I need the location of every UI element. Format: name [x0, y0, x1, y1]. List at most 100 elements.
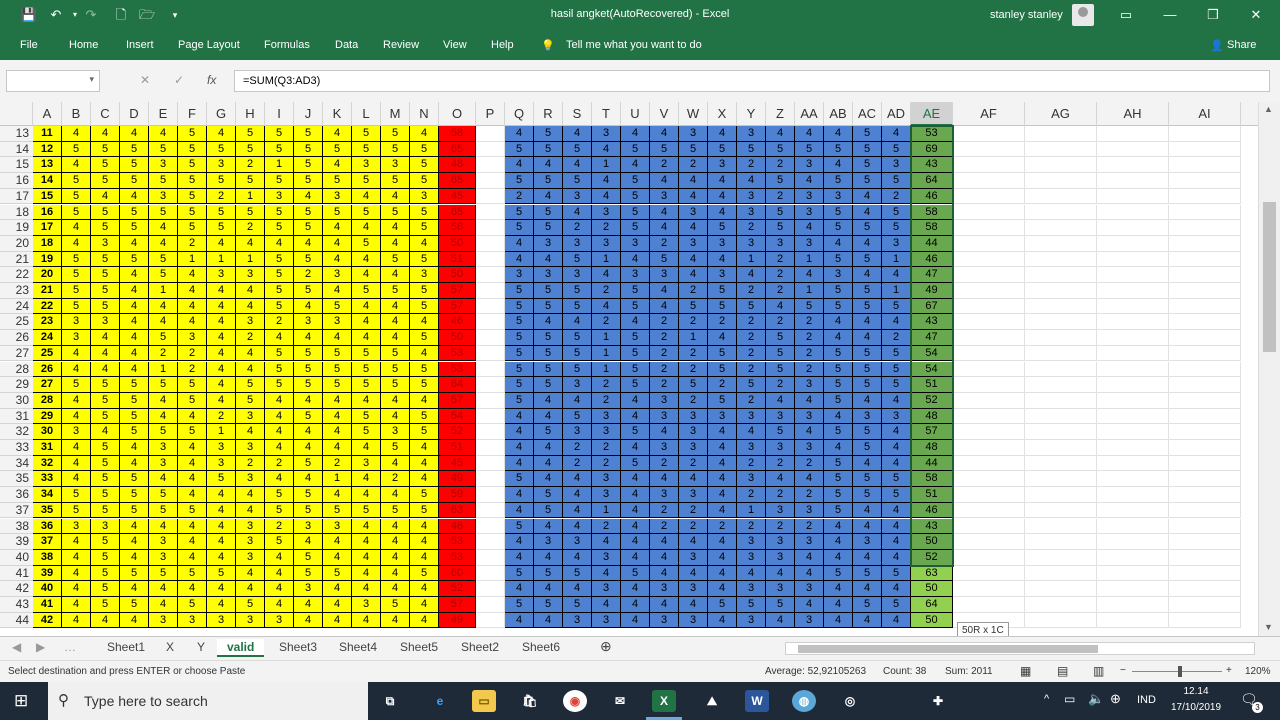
empty-cell[interactable]: [1169, 518, 1241, 535]
score-cell[interactable]: 4: [294, 330, 323, 346]
score-cell[interactable]: 4: [795, 126, 824, 142]
score-cell[interactable]: 5: [381, 597, 410, 613]
scroll-up-icon[interactable]: ▲: [1264, 104, 1273, 114]
score-cell[interactable]: 2: [650, 157, 679, 174]
column-header-c[interactable]: C: [91, 102, 120, 126]
score-cell[interactable]: 4: [410, 392, 439, 409]
score-cell[interactable]: 4: [853, 392, 882, 409]
empty-cell[interactable]: [1097, 173, 1169, 189]
score-cell[interactable]: 5: [120, 377, 149, 393]
score-cell[interactable]: 4: [265, 581, 294, 597]
score-cell[interactable]: 5: [410, 298, 439, 315]
score-cell[interactable]: 4: [410, 612, 439, 629]
score-cell[interactable]: 2: [737, 314, 766, 331]
score-cell[interactable]: 5: [236, 173, 265, 189]
score-cell[interactable]: 3: [795, 204, 824, 221]
scroll-down-icon[interactable]: ▼: [1264, 622, 1273, 632]
empty-cell[interactable]: [1169, 204, 1241, 221]
score-cell[interactable]: 4: [563, 157, 592, 174]
score-cell[interactable]: 3: [679, 126, 708, 142]
total-y-cell[interactable]: 47: [911, 330, 953, 346]
score-cell[interactable]: 2: [795, 455, 824, 472]
score-cell[interactable]: 4: [410, 581, 439, 597]
total-y-cell[interactable]: 44: [911, 455, 953, 472]
score-cell[interactable]: 4: [882, 549, 911, 566]
edge-icon[interactable]: e: [428, 690, 452, 712]
score-cell[interactable]: 5: [294, 204, 323, 221]
empty-cell[interactable]: [476, 267, 505, 283]
score-cell[interactable]: 5: [352, 424, 381, 440]
total-y-cell[interactable]: 58: [911, 220, 953, 236]
score-cell[interactable]: 4: [592, 188, 621, 205]
respondent-id-cell[interactable]: 15: [33, 188, 62, 205]
score-cell[interactable]: 4: [62, 440, 91, 456]
column-header-x[interactable]: X: [708, 102, 737, 126]
score-cell[interactable]: 4: [294, 298, 323, 315]
empty-cell[interactable]: [1097, 502, 1169, 519]
respondent-id-cell[interactable]: 40: [33, 581, 62, 597]
empty-cell[interactable]: [1169, 141, 1241, 158]
score-cell[interactable]: 4: [381, 220, 410, 236]
score-cell[interactable]: 5: [91, 220, 120, 236]
score-cell[interactable]: 5: [178, 424, 207, 440]
score-cell[interactable]: 3: [91, 235, 120, 252]
column-header-ae[interactable]: AE: [911, 102, 953, 126]
empty-cell[interactable]: [476, 283, 505, 299]
score-cell[interactable]: 4: [592, 298, 621, 315]
score-cell[interactable]: 4: [236, 283, 265, 299]
row-header[interactable]: 36: [0, 487, 33, 503]
tab-file[interactable]: File: [20, 39, 38, 51]
score-cell[interactable]: 5: [505, 330, 534, 346]
empty-cell[interactable]: [953, 141, 1025, 158]
score-cell[interactable]: 4: [236, 298, 265, 315]
score-cell[interactable]: 3: [853, 534, 882, 550]
score-cell[interactable]: 5: [265, 377, 294, 393]
score-cell[interactable]: 2: [178, 361, 207, 378]
score-cell[interactable]: 4: [708, 188, 737, 205]
score-cell[interactable]: 5: [824, 345, 853, 362]
empty-cell[interactable]: [953, 345, 1025, 362]
score-cell[interactable]: 3: [207, 157, 236, 174]
score-cell[interactable]: 3: [795, 440, 824, 456]
score-cell[interactable]: 3: [149, 455, 178, 472]
score-cell[interactable]: 4: [62, 235, 91, 252]
column-header-k[interactable]: K: [323, 102, 352, 126]
score-cell[interactable]: 4: [534, 314, 563, 331]
score-cell[interactable]: 5: [534, 361, 563, 378]
score-cell[interactable]: 4: [352, 188, 381, 205]
score-cell[interactable]: 4: [294, 424, 323, 440]
sheet-tab-y[interactable]: Y: [197, 640, 205, 654]
score-cell[interactable]: 5: [323, 141, 352, 158]
row-header[interactable]: 15: [0, 157, 33, 174]
column-header-l[interactable]: L: [352, 102, 381, 126]
score-cell[interactable]: 5: [766, 141, 795, 158]
total-x-cell[interactable]: 53: [439, 549, 476, 566]
score-cell[interactable]: 4: [853, 612, 882, 629]
score-cell[interactable]: 5: [323, 361, 352, 378]
score-cell[interactable]: 2: [795, 361, 824, 378]
empty-cell[interactable]: [1169, 220, 1241, 236]
score-cell[interactable]: 5: [824, 251, 853, 268]
score-cell[interactable]: 4: [410, 597, 439, 613]
row-header[interactable]: 25: [0, 314, 33, 331]
empty-cell[interactable]: [953, 283, 1025, 299]
score-cell[interactable]: 2: [766, 283, 795, 299]
empty-cell[interactable]: [476, 597, 505, 613]
score-cell[interactable]: 4: [534, 188, 563, 205]
score-cell[interactable]: 5: [410, 251, 439, 268]
column-header-ac[interactable]: AC: [853, 102, 882, 126]
empty-cell[interactable]: [953, 471, 1025, 488]
score-cell[interactable]: 3: [795, 188, 824, 205]
score-cell[interactable]: 4: [323, 534, 352, 550]
score-cell[interactable]: 4: [563, 502, 592, 519]
empty-cell[interactable]: [1025, 235, 1097, 252]
column-header-o[interactable]: O: [439, 102, 476, 126]
score-cell[interactable]: 4: [505, 455, 534, 472]
score-cell[interactable]: 5: [207, 565, 236, 582]
score-cell[interactable]: 2: [737, 220, 766, 236]
score-cell[interactable]: 5: [679, 141, 708, 158]
row-header[interactable]: 28: [0, 361, 33, 378]
score-cell[interactable]: 5: [882, 345, 911, 362]
score-cell[interactable]: 5: [91, 597, 120, 613]
score-cell[interactable]: 3: [592, 126, 621, 142]
